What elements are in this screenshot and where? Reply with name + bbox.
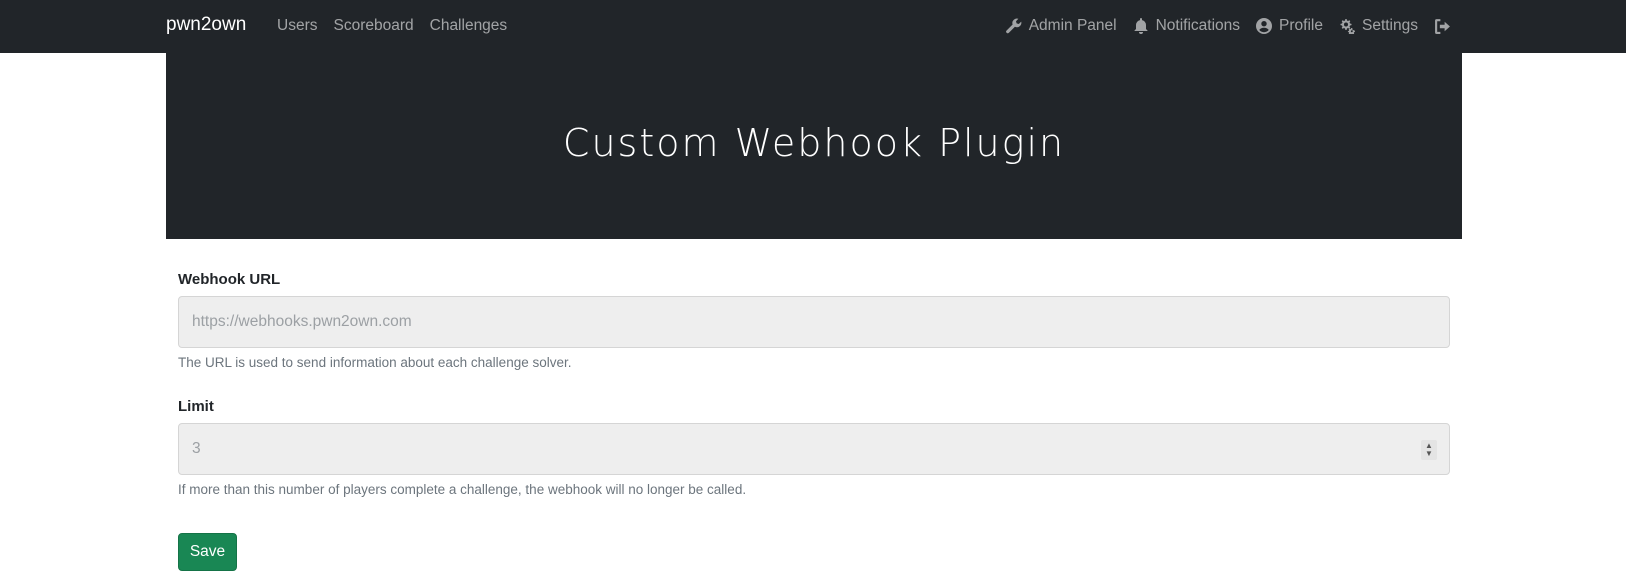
nav-challenges-link[interactable]: Challenges: [430, 17, 508, 35]
notifications-label: Notifications: [1155, 17, 1241, 34]
webhook-url-label: Webhook URL: [178, 271, 281, 288]
nav-notifications-link[interactable]: Notifications: [1133, 17, 1240, 35]
nav-settings-link[interactable]: Settings: [1339, 17, 1418, 35]
limit-label: Limit: [178, 398, 214, 415]
page-header: Custom Webhook Plugin: [166, 53, 1462, 239]
nav-right-links: Admin Panel Notifications Profile Settin…: [1005, 17, 1451, 35]
logout-button[interactable]: [1434, 18, 1451, 35]
wrench-icon: [1005, 18, 1022, 34]
webhook-url-placeholder: https://webhooks.pwn2own.com: [192, 313, 412, 330]
admin-panel-label: Admin Panel: [1028, 17, 1117, 34]
limit-spinner[interactable]: ▲ ▼: [1421, 440, 1437, 460]
limit-placeholder: 3: [192, 440, 201, 457]
limit-group: Limit 3 ▲ ▼ If more than this number of …: [178, 397, 1450, 499]
nav-users-link[interactable]: Users: [277, 17, 317, 35]
nav-admin-panel-link[interactable]: Admin Panel: [1005, 17, 1117, 35]
sign-out-icon: [1435, 18, 1450, 34]
nav-profile-link[interactable]: Profile: [1256, 17, 1323, 35]
save-button[interactable]: Save: [178, 533, 237, 571]
page-title: Custom Webhook Plugin: [562, 121, 1066, 165]
webhook-url-group: Webhook URL https://webhooks.pwn2own.com…: [178, 270, 1450, 372]
top-navbar: pwn2own Users Scoreboard Challenges Admi…: [0, 0, 1626, 53]
settings-label: Settings: [1361, 17, 1418, 34]
profile-label: Profile: [1279, 17, 1323, 34]
chevron-down-icon[interactable]: ▼: [1425, 450, 1433, 458]
nav-scoreboard-link[interactable]: Scoreboard: [333, 17, 413, 35]
webhook-url-help: The URL is used to send information abou…: [178, 355, 572, 370]
webhook-settings-form: Webhook URL https://webhooks.pwn2own.com…: [178, 270, 1450, 571]
webhook-url-input[interactable]: https://webhooks.pwn2own.com: [178, 296, 1450, 348]
limit-input[interactable]: 3 ▲ ▼: [178, 423, 1450, 475]
user-circle-icon: [1256, 18, 1273, 34]
brand-link[interactable]: pwn2own: [166, 14, 246, 36]
cogs-icon: [1340, 19, 1355, 34]
nav-left-links: Users Scoreboard Challenges: [277, 17, 507, 35]
limit-help: If more than this number of players comp…: [178, 482, 747, 497]
bell-icon: [1134, 18, 1148, 34]
